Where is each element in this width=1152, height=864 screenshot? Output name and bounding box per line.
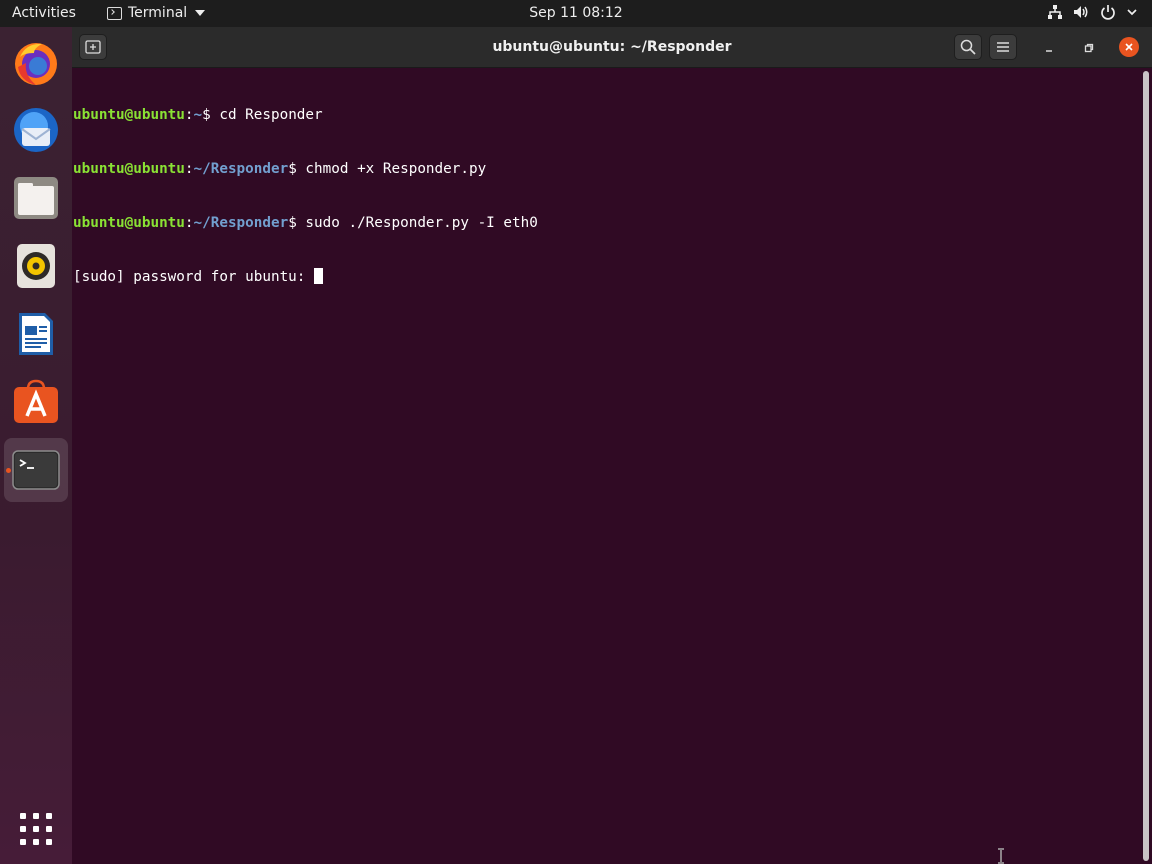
thunderbird-icon bbox=[14, 108, 58, 152]
hamburger-icon bbox=[997, 42, 1009, 52]
sudo-prompt: [sudo] password for ubuntu: bbox=[73, 269, 315, 285]
chevron-down-icon bbox=[1127, 9, 1137, 16]
clock[interactable]: Sep 11 08:12 bbox=[529, 5, 622, 21]
dock-item-rhythmbox[interactable] bbox=[4, 234, 68, 298]
minimize-button[interactable] bbox=[1038, 37, 1060, 59]
command-text: chmod +x Responder.py bbox=[305, 161, 487, 177]
writer-icon bbox=[19, 313, 53, 355]
mouse-ibeam-icon bbox=[998, 848, 1004, 864]
minimize-icon bbox=[1046, 50, 1052, 52]
app-menu-label: Terminal bbox=[128, 5, 188, 21]
dock-item-files[interactable] bbox=[4, 166, 68, 230]
maximize-button[interactable] bbox=[1078, 37, 1100, 59]
dock bbox=[0, 27, 72, 864]
activities-button[interactable]: Activities bbox=[12, 5, 76, 21]
app-grid-icon bbox=[20, 813, 52, 845]
dock-item-terminal[interactable] bbox=[4, 438, 68, 502]
header-bar[interactable]: ubuntu@ubuntu: ~/Responder bbox=[72, 27, 1152, 68]
files-icon bbox=[14, 177, 58, 219]
volume-icon bbox=[1074, 6, 1088, 18]
new-tab-button[interactable] bbox=[79, 34, 107, 60]
system-tray[interactable] bbox=[1047, 4, 1138, 20]
terminal-line: ubuntu@ubuntu:~/Responder$ sudo ./Respon… bbox=[73, 215, 538, 231]
terminal-icon bbox=[12, 450, 60, 490]
firefox-icon bbox=[15, 43, 57, 85]
scrollbar[interactable] bbox=[1140, 68, 1152, 864]
power-icon bbox=[1101, 5, 1115, 20]
software-icon bbox=[14, 379, 58, 423]
caret-down-icon bbox=[195, 10, 206, 16]
dock-item-firefox[interactable] bbox=[4, 31, 68, 95]
app-menu[interactable]: Terminal bbox=[107, 5, 206, 21]
terminal-output[interactable]: ubuntu@ubuntu:~$ cd Responder ubuntu@ubu… bbox=[72, 68, 1140, 864]
top-bar: Activities Terminal Sep 11 08:12 bbox=[0, 0, 1152, 27]
command-text: cd Responder bbox=[219, 107, 323, 123]
terminal-small-icon bbox=[107, 6, 122, 20]
search-icon bbox=[960, 39, 976, 55]
search-button[interactable] bbox=[954, 34, 982, 60]
restore-icon bbox=[1084, 43, 1094, 53]
terminal-window: ubuntu@ubuntu: ~/Responder ubuntu@ubuntu… bbox=[72, 27, 1152, 864]
running-indicator bbox=[6, 468, 11, 473]
menu-button[interactable] bbox=[989, 34, 1017, 60]
scrollbar-thumb[interactable] bbox=[1143, 71, 1149, 861]
dock-item-software[interactable] bbox=[4, 370, 68, 434]
show-applications-button[interactable] bbox=[4, 797, 68, 861]
close-button[interactable] bbox=[1119, 37, 1139, 57]
close-icon bbox=[1125, 43, 1133, 51]
dock-item-writer[interactable] bbox=[4, 302, 68, 366]
text-cursor bbox=[314, 268, 324, 284]
terminal-line: ubuntu@ubuntu:~$ cd Responder bbox=[73, 107, 323, 123]
network-icon bbox=[1048, 5, 1062, 19]
new-tab-icon bbox=[85, 40, 101, 54]
terminal-line: ubuntu@ubuntu:~/Responder$ chmod +x Resp… bbox=[73, 161, 487, 177]
command-text: sudo ./Responder.py -I eth0 bbox=[305, 215, 538, 231]
rhythmbox-icon bbox=[17, 244, 55, 288]
dock-item-thunderbird[interactable] bbox=[4, 98, 68, 162]
terminal-line: [sudo] password for ubuntu: bbox=[73, 268, 1140, 286]
